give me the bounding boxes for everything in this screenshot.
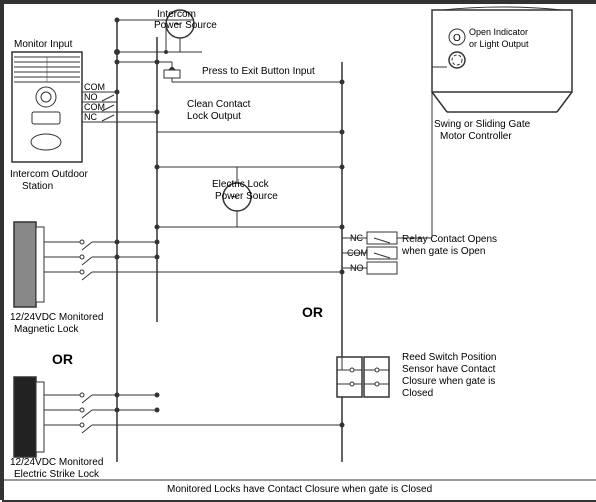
svg-text:Motor Controller: Motor Controller xyxy=(440,131,512,142)
svg-text:Electric Lock: Electric Lock xyxy=(212,179,270,190)
svg-text:Press to Exit Button Input: Press to Exit Button Input xyxy=(202,66,315,77)
wiring-diagram: Monitor Input ~ Intercom Power Source O … xyxy=(0,0,596,500)
svg-text:Station: Station xyxy=(22,181,53,192)
svg-text:COM: COM xyxy=(84,82,105,92)
svg-text:NO: NO xyxy=(84,92,98,102)
svg-text:Clean Contact: Clean Contact xyxy=(187,99,251,110)
svg-text:OR: OR xyxy=(302,304,323,320)
svg-text:OR: OR xyxy=(52,351,73,367)
svg-text:NC: NC xyxy=(84,112,97,122)
svg-text:12/24VDC Monitored: 12/24VDC Monitored xyxy=(10,457,103,468)
svg-text:Intercom Outdoor: Intercom Outdoor xyxy=(10,169,88,180)
svg-text:Relay Contact Opens: Relay Contact Opens xyxy=(402,234,497,245)
svg-text:Lock Output: Lock Output xyxy=(187,111,241,122)
svg-text:Intercom: Intercom xyxy=(157,9,196,20)
svg-text:or Light Output: or Light Output xyxy=(469,39,529,49)
svg-text:Closed: Closed xyxy=(402,388,433,399)
svg-text:Reed Switch Position: Reed Switch Position xyxy=(402,352,497,363)
svg-text:Power Source: Power Source xyxy=(215,191,278,202)
svg-text:Swing or Sliding Gate: Swing or Sliding Gate xyxy=(434,119,531,130)
svg-text:Electric Strike Lock: Electric Strike Lock xyxy=(14,469,100,480)
monitor-input-label: Monitor Input xyxy=(14,39,73,50)
svg-text:Sensor have Contact: Sensor have Contact xyxy=(402,364,496,375)
svg-text:Open Indicator: Open Indicator xyxy=(469,27,528,37)
svg-text:Monitored Locks have Contact C: Monitored Locks have Contact Closure whe… xyxy=(167,484,432,495)
svg-text:12/24VDC Monitored: 12/24VDC Monitored xyxy=(10,312,103,323)
svg-text:Closure when gate is: Closure when gate is xyxy=(402,376,495,387)
svg-text:when gate is Open: when gate is Open xyxy=(401,246,485,257)
svg-text:COM: COM xyxy=(84,102,105,112)
svg-text:O: O xyxy=(453,33,461,44)
svg-text:Magnetic Lock: Magnetic Lock xyxy=(14,324,79,335)
svg-text:Power Source: Power Source xyxy=(154,20,217,31)
